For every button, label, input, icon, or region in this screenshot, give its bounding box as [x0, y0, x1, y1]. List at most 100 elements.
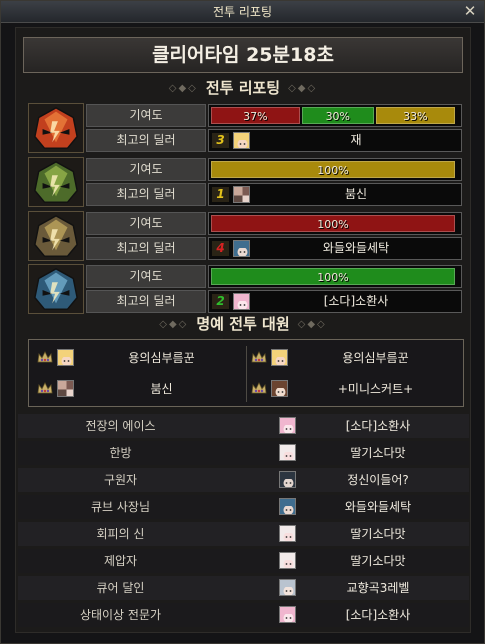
title-bar[interactable]: 전투 리포팅 ✕ — [1, 1, 484, 23]
blue-helmet-icon — [28, 264, 84, 314]
award-recipient: 딸기소다맛 — [350, 446, 406, 460]
ornament-left-icon: ◇◆◇ — [159, 318, 189, 330]
white-hair-avatar-icon — [279, 552, 296, 569]
battle-report-window: 전투 리포팅 ✕ 클리어타임 25분18초 ◇◆◇ 전투 리포팅 ◇◆◇ 기여도 37… — [0, 0, 485, 644]
ornament-right-icon: ◇◆◇ — [297, 318, 327, 330]
award-recipient: [소다]소환사 — [345, 608, 411, 622]
clear-time-banner: 클리어타임 25분18초 — [23, 37, 463, 73]
contribution-bar: 37% 30% 33% — [208, 104, 462, 127]
pink-hair-avatar-icon — [233, 293, 250, 310]
award-row: 회피의 신 딸기소다맛 — [18, 522, 469, 546]
top-dealer-name: 와들와들세탁 — [322, 241, 390, 255]
honor-member-name: 용의심부름꾼 — [128, 351, 195, 365]
mosaic-avatar-icon — [57, 380, 74, 397]
award-row: 큐브 사장님 와들와들세탁 — [18, 495, 469, 519]
honor-member-name: +미니스커트+ — [337, 382, 414, 396]
award-row: 제압자 딸기소다맛 — [18, 549, 469, 573]
top-dealer-name: [소다]소환사 — [323, 294, 389, 308]
contribution-row: 기여도 100% — [86, 265, 464, 288]
top-dealer-name: 붐신 — [344, 187, 368, 201]
rank-badge: 2 — [212, 294, 229, 309]
top-dealer-label: 최고의 딜러 — [86, 237, 206, 260]
honor-member: 붐신 — [37, 378, 242, 400]
contribution-bar: 100% — [208, 265, 462, 288]
award-row: 한방 딸기소다맛 — [18, 441, 469, 465]
award-title: 상태이상 전문가 — [79, 608, 162, 622]
battle-report-header: ◇◆◇ 전투 리포팅 ◇◆◇ — [23, 76, 463, 100]
crown-icon — [251, 381, 267, 395]
blonde-avatar-icon — [233, 132, 250, 149]
award-title: 큐어 달인 — [96, 581, 145, 595]
top-dealer-row: 최고의 딜러 1 붐신 — [86, 183, 464, 206]
award-title: 큐브 사장님 — [90, 500, 150, 514]
awards-list: 전장의 에이스 [소다]소환사 한방 딸기소다맛 구원자 정신이들어? 큐브 사장님 와들와들… — [18, 414, 469, 629]
ornament-right-icon: ◇◆◇ — [288, 82, 318, 94]
contribution-row: 기여도 100% — [86, 158, 464, 181]
contribution-label: 기여도 — [86, 104, 206, 127]
award-recipient: 딸기소다맛 — [350, 554, 406, 568]
close-icon[interactable]: ✕ — [462, 4, 478, 20]
honor-member: 용의심부름꾼 — [37, 347, 242, 369]
silver-hair-avatar-icon — [279, 579, 296, 596]
award-title: 한방 — [109, 446, 132, 460]
award-row: 큐어 달인 교향곡3레벨 — [18, 576, 469, 600]
award-recipient: 교향곡3레벨 — [346, 581, 410, 595]
ornament-left-icon: ◇◆◇ — [168, 82, 198, 94]
top-dealer-box: 1 붐신 — [208, 183, 462, 206]
blue-hair-avatar-icon — [233, 240, 250, 257]
top-dealer-box: 2 [소다]소환사 — [208, 290, 462, 313]
crown-icon — [251, 350, 267, 364]
white-hair-avatar-icon — [279, 525, 296, 542]
pink-hair-avatar-icon — [279, 606, 296, 623]
award-row: 구원자 정신이들어? — [18, 468, 469, 492]
dark-hair-avatar-icon — [279, 471, 296, 488]
award-recipient: 딸기소다맛 — [350, 527, 406, 541]
honor-member: 용의심부름꾼 — [251, 347, 456, 369]
honor-member-name: 붐신 — [150, 382, 173, 396]
mosaic-avatar-icon — [233, 186, 250, 203]
contribution-segment: 37% — [211, 107, 300, 124]
top-dealer-name: 재 — [350, 133, 362, 147]
honor-members-header: ◇◆◇ 명예 전투 대원 ◇◆◇ — [23, 312, 463, 336]
award-title: 전장의 에이스 — [85, 419, 156, 433]
crown-icon — [37, 381, 53, 395]
contribution-segment: 100% — [211, 215, 455, 232]
crown-icon — [37, 350, 53, 364]
stage-1: 기여도 37% 30% 33% 최고의 딜러 3 재 — [28, 103, 464, 153]
contribution-row: 기여도 100% — [86, 212, 464, 235]
top-dealer-label: 최고의 딜러 — [86, 129, 206, 152]
stage-3: 기여도 100% 최고의 딜러 4 와들와들세탁 — [28, 211, 464, 261]
stage-4: 기여도 100% 최고의 딜러 2 [소다]소환사 — [28, 264, 464, 314]
red-helmet-icon — [28, 103, 84, 153]
white-hair-avatar-icon — [279, 444, 296, 461]
contribution-label: 기여도 — [86, 212, 206, 235]
stage-2: 기여도 100% 최고의 딜러 1 붐신 — [28, 157, 464, 207]
blue-hair-avatar-icon — [279, 498, 296, 515]
top-dealer-label: 최고의 딜러 — [86, 290, 206, 313]
contribution-bar: 100% — [208, 158, 462, 181]
contribution-segment: 100% — [211, 268, 455, 285]
contribution-segment: 100% — [211, 161, 455, 178]
rank-badge: 3 — [212, 133, 229, 148]
award-recipient: 와들와들세탁 — [344, 500, 412, 514]
award-title: 회피의 신 — [96, 527, 145, 541]
brown-hair-avatar-icon — [271, 380, 288, 397]
contribution-bar: 100% — [208, 212, 462, 235]
contribution-segment: 30% — [301, 107, 374, 124]
top-dealer-box: 4 와들와들세탁 — [208, 237, 462, 260]
award-row: 상태이상 전문가 [소다]소환사 — [18, 603, 469, 627]
contribution-segment: 33% — [375, 107, 455, 124]
award-row: 전장의 에이스 [소다]소환사 — [18, 414, 469, 438]
honor-member: +미니스커트+ — [251, 378, 456, 400]
window-title: 전투 리포팅 — [212, 5, 272, 19]
blonde-avatar-icon — [57, 349, 74, 366]
honor-members-box: 용의심부름꾼 용의심부름꾼붐신 +미니스커트+ — [28, 339, 464, 407]
top-dealer-row: 최고의 딜러 4 와들와들세탁 — [86, 237, 464, 260]
blonde-avatar-icon — [271, 349, 288, 366]
award-recipient: 정신이들어? — [347, 473, 409, 487]
contribution-label: 기여도 — [86, 265, 206, 288]
pink-hair-avatar-icon — [279, 417, 296, 434]
honor-members-header-text: 명예 전투 대원 — [196, 315, 290, 333]
battle-report-header-text: 전투 리포팅 — [205, 79, 281, 97]
top-dealer-row: 최고의 딜러 3 재 — [86, 129, 464, 152]
